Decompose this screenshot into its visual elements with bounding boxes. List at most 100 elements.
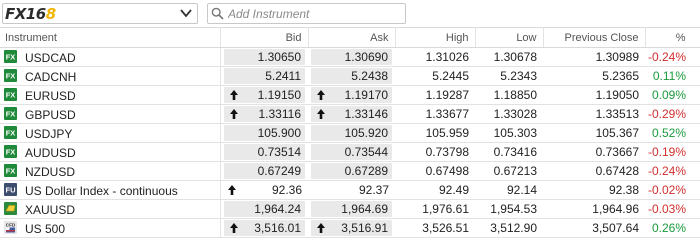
- table-row[interactable]: FX USDJPY 105.900 105.920 105.959 105.303 105.…: [0, 123, 700, 143]
- table-row[interactable]: FU US Dollar Index - continuous 92.36 92.37…: [0, 180, 700, 200]
- instrument-cell[interactable]: CFD US 500: [0, 218, 221, 238]
- instrument-name: US Dollar Index - continuous: [25, 183, 178, 198]
- up-arrow-icon: [229, 109, 238, 119]
- svg-text:FX: FX: [6, 53, 16, 62]
- bid-price: 105.900: [223, 125, 305, 141]
- column-header-low[interactable]: Low: [475, 27, 544, 48]
- low-cell: 1.33028: [475, 104, 543, 124]
- bid-cell[interactable]: 5.2411: [220, 66, 308, 86]
- svg-text:FX: FX: [6, 72, 16, 81]
- previous-close-cell: 92.38: [543, 180, 645, 200]
- column-header-previous-close[interactable]: Previous Close: [543, 27, 646, 48]
- chevron-down-icon[interactable]: [179, 6, 193, 20]
- previous-close-cell: 1.30989: [543, 47, 645, 67]
- change-percent-cell: 0.26%: [645, 218, 700, 238]
- instrument-cell[interactable]: FX USDJPY: [0, 123, 221, 143]
- table-row[interactable]: FX USDCAD 1.30650 1.30690 1.31026 1.30678 1.30…: [0, 47, 700, 67]
- low-cell: 1.18850: [475, 85, 543, 105]
- ask-cell[interactable]: 92.37: [308, 180, 395, 200]
- column-header-instrument[interactable]: Instrument: [0, 27, 221, 48]
- previous-close-cell: 105.367: [543, 123, 645, 143]
- low-cell: 1,954.53: [475, 199, 543, 219]
- bid-cell[interactable]: 105.900: [220, 123, 308, 143]
- ask-price: 0.73544: [311, 144, 392, 160]
- change-percent-cell: 0.11%: [645, 66, 700, 86]
- ask-price: 1.33146: [311, 106, 392, 122]
- ask-price: 92.37: [358, 183, 389, 197]
- table-row[interactable]: CFD US 500 3,516.01 3,516.91 3,526.51 3,512.9…: [0, 218, 700, 238]
- bid-cell[interactable]: 1,964.24: [220, 199, 308, 219]
- instrument-cell[interactable]: FX CADCNH: [0, 66, 221, 86]
- table-row[interactable]: FX GBPUSD 1.33116 1.33146 1.33677 1.33028 1.33…: [0, 104, 700, 124]
- ask-price: 5.2438: [311, 68, 392, 84]
- instrument-name: AUDUSD: [25, 145, 76, 160]
- low-cell: 105.303: [475, 123, 543, 143]
- table-row[interactable]: FX EURUSD 1.19150 1.19170 1.19287 1.18850 1.19…: [0, 85, 700, 105]
- ask-cell[interactable]: 5.2438: [308, 66, 395, 86]
- low-cell: 5.2343: [475, 66, 543, 86]
- instrument-cell[interactable]: FX USDCAD: [0, 47, 221, 67]
- instrument-cell[interactable]: XAUUSD: [0, 199, 221, 219]
- change-percent-cell: -0.02%: [645, 180, 700, 200]
- table-row[interactable]: FX AUDUSD 0.73514 0.73544 0.73798 0.73416 0.73…: [0, 142, 700, 162]
- svg-text:FX: FX: [6, 129, 16, 138]
- search-input[interactable]: [228, 5, 403, 22]
- bid-cell[interactable]: 1.19150: [220, 85, 308, 105]
- ask-cell[interactable]: 1.30690: [308, 47, 395, 67]
- column-header-high[interactable]: High: [395, 27, 476, 48]
- ask-cell[interactable]: 1.19170: [308, 85, 395, 105]
- bid-cell[interactable]: 1.33116: [220, 104, 308, 124]
- instrument-name: USDJPY: [25, 126, 73, 141]
- instrument-cell[interactable]: FX AUDUSD: [0, 142, 221, 162]
- fx-icon: FX: [4, 87, 17, 101]
- table-header-row: Instrument Bid Ask High Low Previous Clo…: [0, 27, 700, 48]
- ask-price: 1,964.69: [311, 201, 392, 217]
- change-percent-cell: -0.24%: [645, 47, 700, 67]
- ask-cell[interactable]: 3,516.91: [308, 218, 395, 238]
- column-header-ask[interactable]: Ask: [308, 27, 396, 48]
- toolbar: FX168: [0, 0, 700, 28]
- brand-logo: FX168: [5, 5, 56, 23]
- instrument-list-selector[interactable]: FX168: [2, 3, 198, 24]
- bid-cell[interactable]: 0.73514: [220, 142, 308, 162]
- ask-cell[interactable]: 0.73544: [308, 142, 395, 162]
- table-row[interactable]: XAUUSD 1,964.24 1,964.69 1,976.61 1,954.53 1,…: [0, 199, 700, 219]
- ask-price: 1.30690: [311, 49, 392, 65]
- fx-icon: FX: [4, 49, 17, 63]
- low-cell: 92.14: [475, 180, 543, 200]
- previous-close-cell: 1.33513: [543, 104, 645, 124]
- ask-cell[interactable]: 0.67289: [308, 161, 395, 181]
- ask-price: 105.920: [311, 125, 392, 141]
- ask-price: 1.19170: [311, 87, 392, 103]
- bid-price: 0.67249: [223, 163, 305, 179]
- instrument-cell[interactable]: FU US Dollar Index - continuous: [0, 180, 221, 200]
- ask-cell[interactable]: 1.33146: [308, 104, 395, 124]
- change-percent-cell: 0.52%: [645, 123, 700, 143]
- ask-cell[interactable]: 1,964.69: [308, 199, 395, 219]
- instrument-cell[interactable]: FX NZDUSD: [0, 161, 221, 181]
- bid-cell[interactable]: 1.30650: [220, 47, 308, 67]
- add-instrument-search[interactable]: [207, 3, 406, 24]
- ask-price: 0.67289: [311, 163, 392, 179]
- column-header-change[interactable]: %: [645, 27, 700, 48]
- table-row[interactable]: FX NZDUSD 0.67249 0.67289 0.67498 0.67213 0.67…: [0, 161, 700, 181]
- table-row[interactable]: FX CADCNH 5.2411 5.2438 5.2445 5.2343 5.2365 0.…: [0, 66, 700, 86]
- instrument-cell[interactable]: FX GBPUSD: [0, 104, 221, 124]
- previous-close-cell: 1.19050: [543, 85, 645, 105]
- high-cell: 0.67498: [395, 161, 475, 181]
- bid-cell[interactable]: 92.36: [220, 180, 308, 200]
- change-percent-cell: -0.19%: [645, 142, 700, 162]
- instrument-cell[interactable]: FX EURUSD: [0, 85, 221, 105]
- bid-cell[interactable]: 3,516.01: [220, 218, 308, 238]
- low-cell: 0.73416: [475, 142, 543, 162]
- high-cell: 1,976.61: [395, 199, 475, 219]
- bid-cell[interactable]: 0.67249: [220, 161, 308, 181]
- bid-price: 1.19150: [223, 87, 305, 103]
- instrument-name: CADCNH: [25, 69, 77, 84]
- change-percent-cell: 0.09%: [645, 85, 700, 105]
- bid-price: 5.2411: [223, 68, 305, 84]
- svg-text:FX: FX: [6, 91, 16, 100]
- bid-price: 92.36: [271, 183, 302, 197]
- column-header-bid[interactable]: Bid: [220, 27, 309, 48]
- ask-cell[interactable]: 105.920: [308, 123, 395, 143]
